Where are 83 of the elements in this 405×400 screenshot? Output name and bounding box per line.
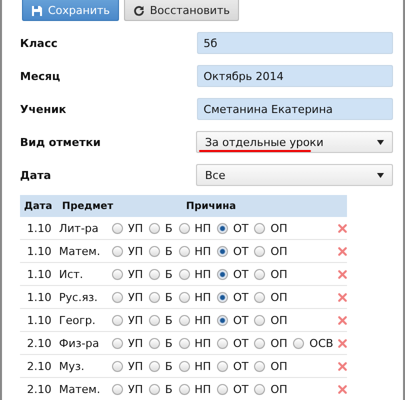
reason-radio[interactable]: ОТ [217, 290, 248, 304]
delete-icon[interactable] [338, 314, 347, 326]
reason-radio[interactable]: НП [178, 314, 212, 326]
subject-cell-text: Лит-ра [59, 222, 100, 234]
field-label: Дата [20, 168, 52, 182]
save-icon [31, 4, 43, 16]
reason-radio[interactable]: УП [112, 360, 143, 372]
date-cell-text: 1.10 [26, 268, 52, 280]
reason-radio[interactable]: Б [148, 244, 173, 258]
reason-radio[interactable]: Б [148, 222, 173, 234]
reason-radio[interactable]: УП [112, 244, 143, 258]
input-field[interactable]: Октябрь 2014 [196, 65, 393, 87]
reason-radio[interactable]: ОТ [217, 314, 248, 326]
input-field[interactable]: Сметанина Екатерина [196, 98, 393, 120]
reason-radio[interactable]: НП [178, 360, 212, 372]
reason-radio[interactable]: УП [112, 382, 143, 396]
reason-radio[interactable]: УП [112, 336, 143, 350]
delete-icon[interactable] [338, 268, 347, 280]
restore-button[interactable]: Восстановить [124, 0, 239, 21]
reason-radio[interactable]: УП [112, 268, 143, 280]
reason-radio[interactable]: ОП [254, 290, 288, 304]
select-field[interactable]: За отдельные уроки [196, 131, 393, 153]
input-field[interactable]: 5б [196, 32, 393, 54]
reason-radio[interactable]: НП [178, 268, 212, 280]
reason-radio[interactable]: ОП [254, 360, 288, 372]
reason-radio[interactable]: ОСВ [293, 336, 334, 350]
delete-icon[interactable] [338, 292, 347, 302]
subject-cell-text: Матем. [59, 382, 102, 396]
reason-radio[interactable]: НП [178, 382, 212, 396]
reason-radio[interactable]: УП [112, 222, 143, 234]
reason-radio[interactable]: ОП [254, 244, 288, 258]
reason-radio[interactable]: Б [148, 268, 173, 280]
field-label: Класс [20, 36, 59, 50]
date-cell-text: 2.10 [26, 336, 52, 350]
date-cell-text: 2.10 [26, 382, 52, 396]
reason-radio[interactable]: НП [178, 290, 212, 304]
reason-radio[interactable]: Б [148, 290, 173, 304]
subject-cell-text: Матем. [59, 244, 102, 258]
reason-radio[interactable]: Б [148, 382, 173, 396]
reason-radio[interactable]: НП [178, 336, 212, 350]
reason-radio[interactable]: Б [148, 336, 173, 350]
dropdown-arrow-icon [377, 140, 384, 144]
reason-radio[interactable]: ОТ [217, 382, 248, 396]
delete-icon[interactable] [338, 222, 347, 234]
select-field[interactable]: Все [196, 164, 393, 186]
reason-radio[interactable]: ОТ [217, 244, 248, 258]
reason-radio[interactable]: ОП [254, 382, 288, 396]
reason-radio[interactable]: Б [148, 360, 173, 372]
reason-radio[interactable]: УП [112, 314, 143, 326]
subject-cell-text: Геогр. [59, 314, 96, 326]
date-cell-text: 2.10 [26, 360, 52, 372]
reason-radio[interactable]: ОТ [217, 360, 248, 372]
reason-radio[interactable]: НП [178, 244, 212, 258]
field-label: Месяц [20, 70, 62, 82]
reason-radio[interactable]: ОТ [217, 222, 248, 234]
refresh-icon [132, 4, 145, 16]
reason-radio[interactable]: УП [112, 290, 143, 304]
reason-radio[interactable]: ОТ [217, 336, 248, 350]
date-cell-text: 1.10 [26, 314, 52, 326]
column-header: Дата [23, 200, 54, 212]
subject-cell-text: Ист. [59, 268, 84, 280]
date-cell-text: 1.10 [26, 222, 52, 234]
reason-radio[interactable]: ОП [254, 222, 288, 234]
field-label: Вид отметки [20, 136, 102, 148]
date-cell-text: 1.10 [26, 244, 52, 258]
column-header: Причина [184, 200, 238, 212]
delete-icon[interactable] [338, 360, 347, 372]
reason-radio[interactable]: ОП [254, 336, 288, 350]
date-cell-text: 1.10 [26, 290, 52, 304]
delete-icon[interactable] [338, 246, 347, 256]
reason-radio[interactable]: НП [178, 222, 212, 234]
reason-radio[interactable]: ОТ [217, 268, 248, 280]
delete-icon[interactable] [338, 384, 347, 394]
reason-radio[interactable]: ОП [254, 314, 288, 326]
field-label: Ученик [20, 102, 68, 116]
dropdown-arrow-icon [377, 172, 384, 178]
delete-icon[interactable] [338, 338, 347, 348]
reason-radio[interactable]: ОП [254, 268, 288, 280]
subject-cell-text: Муз. [59, 360, 86, 372]
subject-cell-text: Физ-ра [59, 336, 100, 350]
subject-cell-text: Рус.яз. [59, 290, 99, 304]
column-header: Предмет [62, 200, 114, 212]
reason-radio[interactable]: Б [148, 314, 173, 326]
